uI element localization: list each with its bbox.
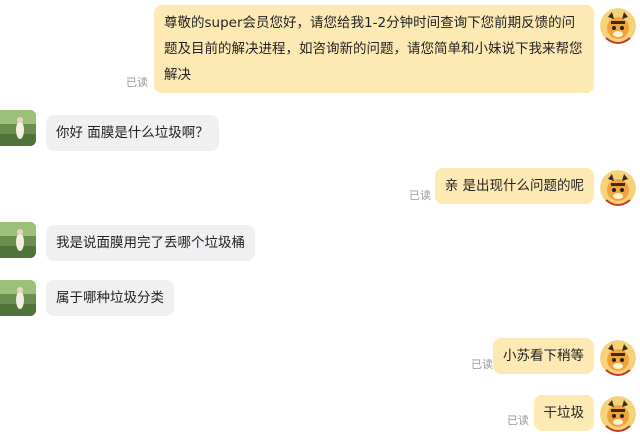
message-bubble[interactable]: 尊敬的super会员您好，请您给我1-2分钟时间查询下您前期反馈的问题及目前的解… (154, 5, 594, 93)
read-receipt: 已读 (507, 414, 529, 427)
message-bubble[interactable]: 属于哪种垃圾分类 (46, 280, 174, 316)
message-bubble[interactable]: 干垃圾 (533, 395, 594, 431)
user-photo-avatar[interactable] (0, 110, 36, 146)
message-bubble[interactable]: 亲 是出现什么问题的呢 (434, 168, 594, 204)
tiger-mascot-avatar[interactable] (600, 170, 636, 206)
tiger-mascot-avatar[interactable] (600, 8, 636, 44)
message-bubble[interactable]: 小苏看下稍等 (493, 338, 594, 374)
read-receipt: 已读 (409, 189, 431, 202)
user-photo-avatar[interactable] (0, 222, 36, 258)
message-bubble[interactable]: 你好 面膜是什么垃圾啊？ (46, 115, 219, 151)
tiger-mascot-avatar[interactable] (600, 396, 636, 432)
read-receipt: 已读 (471, 358, 493, 371)
read-receipt: 已读 (126, 76, 148, 89)
user-photo-avatar[interactable] (0, 280, 36, 316)
message-bubble[interactable]: 我是说面膜用完了丢哪个垃圾桶 (46, 225, 255, 261)
tiger-mascot-avatar[interactable] (600, 340, 636, 376)
